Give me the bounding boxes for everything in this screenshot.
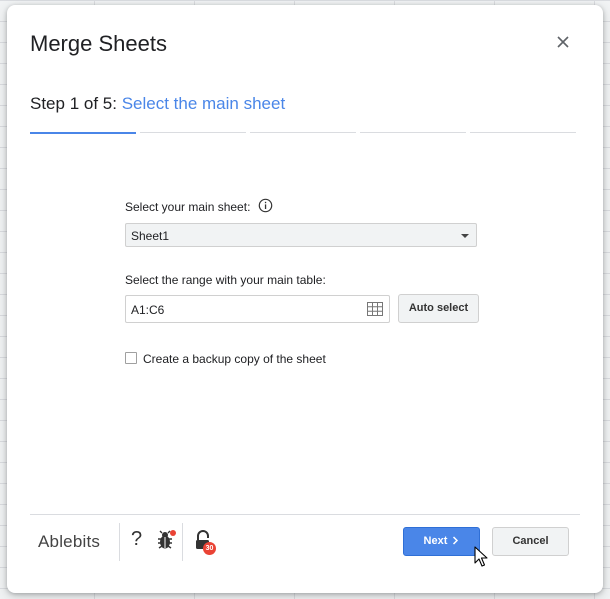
step-progress-bar <box>30 132 578 134</box>
chevron-right-icon <box>453 536 459 545</box>
next-button[interactable]: Next <box>403 527 480 556</box>
info-icon[interactable] <box>258 198 273 213</box>
progress-segment-5 <box>470 132 576 133</box>
mouse-cursor-icon <box>474 546 488 567</box>
dialog-title: Merge Sheets <box>30 31 167 56</box>
help-icon[interactable]: ? <box>131 528 142 551</box>
step-heading: Step 1 of 5: Select the main sheet <box>30 94 285 114</box>
step-title: Select the main sheet <box>121 94 286 113</box>
progress-segment-3 <box>250 132 356 133</box>
main-sheet-select[interactable]: Sheet1 <box>125 223 477 247</box>
main-sheet-value: Sheet1 <box>131 229 170 243</box>
footer-separator <box>182 523 183 561</box>
grid-select-icon[interactable] <box>367 302 383 316</box>
cancel-button[interactable]: Cancel <box>492 527 569 556</box>
dropdown-arrow-icon <box>461 234 469 238</box>
range-value: A1:C6 <box>131 303 165 317</box>
footer-divider <box>30 514 580 515</box>
main-sheet-label: Select your main sheet: <box>125 200 251 214</box>
auto-select-button[interactable]: Auto select <box>398 294 479 323</box>
footer-separator <box>119 523 120 561</box>
progress-segment-2 <box>140 132 246 133</box>
ablebits-logo: Ablebits <box>38 532 101 551</box>
range-label: Select the range with your main table: <box>125 273 326 287</box>
close-icon[interactable] <box>552 31 574 53</box>
backup-checkbox-label[interactable]: Create a backup copy of the sheet <box>143 352 326 366</box>
next-button-label: Next <box>423 535 448 547</box>
backup-checkbox[interactable] <box>125 352 137 364</box>
progress-segment-4 <box>360 132 466 133</box>
step-counter: Step 1 of 5: <box>30 94 117 113</box>
notification-badge: 30 <box>203 542 216 555</box>
progress-segment-1 <box>30 132 136 134</box>
range-input[interactable]: A1:C6 <box>125 295 390 323</box>
merge-sheets-dialog: Merge Sheets Step 1 of 5: Select the mai… <box>7 5 603 593</box>
notification-dot <box>170 530 176 536</box>
